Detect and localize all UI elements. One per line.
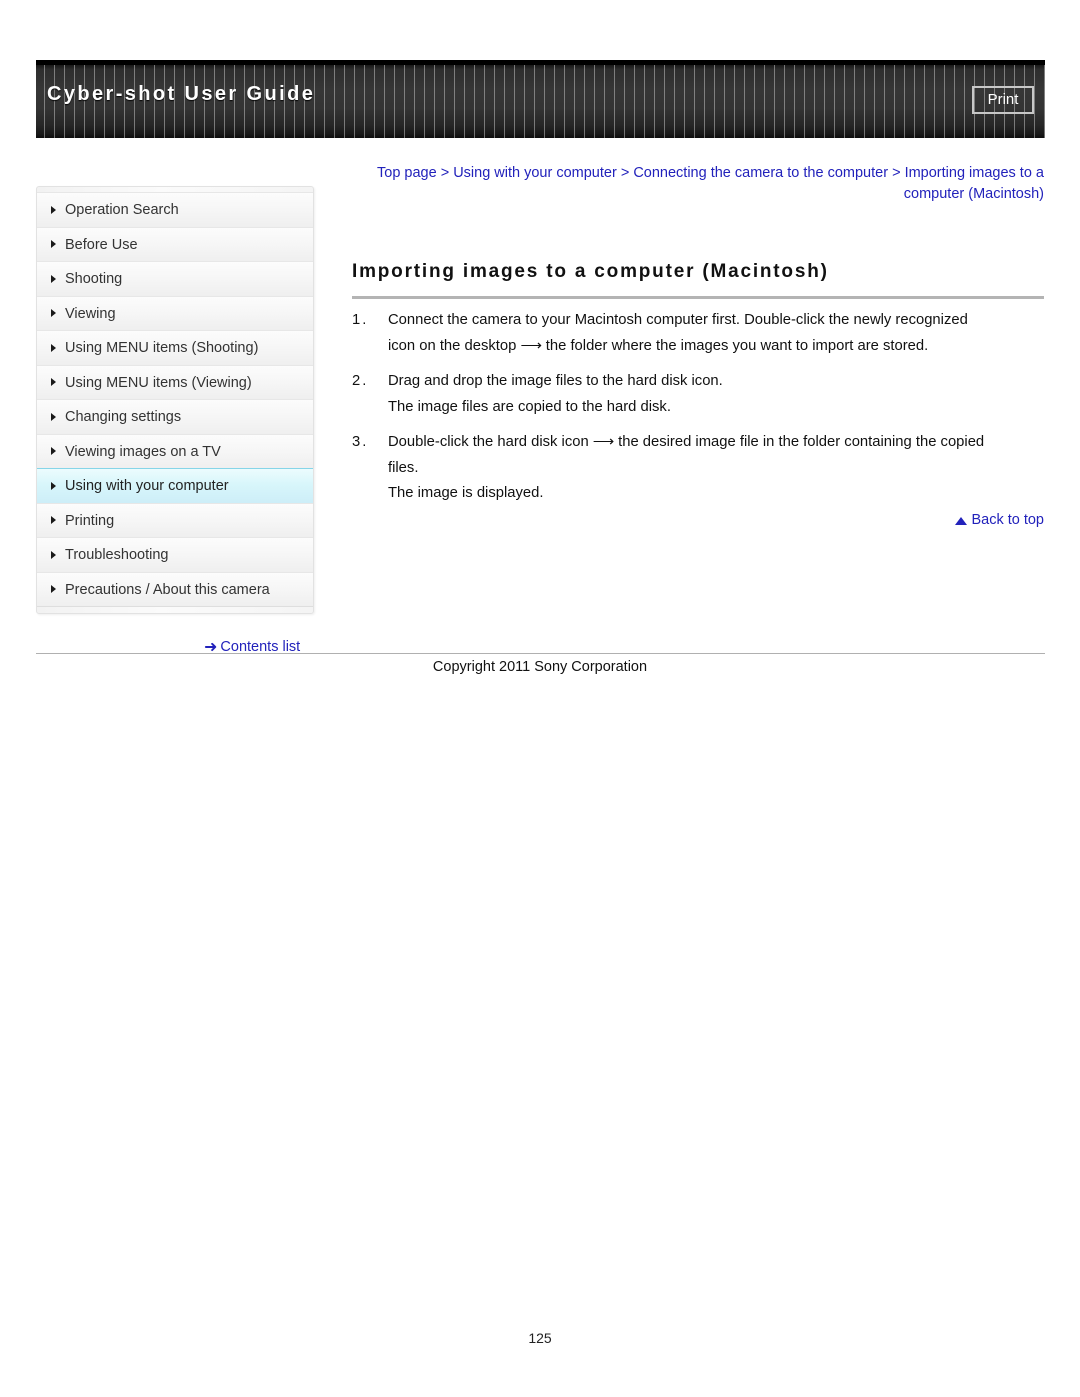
step-number: 3. [352,434,369,450]
sidebar-item-label: Using MENU items (Viewing) [65,374,252,391]
sidebar-item-printing[interactable]: Printing [37,502,313,538]
sidebar-item-using-menu-items-shooting[interactable]: Using MENU items (Shooting) [37,330,313,366]
step-line: The image files are copied to the hard d… [388,398,671,415]
sidebar-item-changing-settings[interactable]: Changing settings [37,399,313,435]
triangle-right-icon [51,274,56,283]
step-line: The image is displayed. [388,485,544,501]
sidebar-item-before-use[interactable]: Before Use [37,226,313,262]
triangle-right-icon [51,585,56,594]
breadcrumb: Top page > Using with your computer > Co… [352,163,1044,205]
sidebar-item-label: Operation Search [65,202,179,218]
instruction-step: 2. Drag and drop the image files to the h… [352,369,1052,420]
breadcrumb-item-connecting-the-camera[interactable]: Connecting the camera to the computer [633,165,888,181]
print-button[interactable]: Print [972,86,1034,114]
triangle-right-icon [51,378,56,387]
instruction-step: 1. Connect the camera to your Macintosh c… [352,308,1052,359]
step-number: 2. [352,373,369,389]
triangle-right-icon [51,205,56,214]
sidebar-item-troubleshooting[interactable]: Troubleshooting [37,537,313,573]
triangle-right-icon [51,343,56,352]
sidebar-item-viewing-images-on-a-tv[interactable]: Viewing images on a TV [37,433,313,469]
breadcrumb-item-current-page: Importing images to a computer (Macintos… [903,165,1044,202]
sidebar: Operation Search Before Use Shooting Viewin… [36,186,314,614]
breadcrumb-separator: > [892,165,901,181]
triangle-right-icon [51,412,56,421]
sidebar-item-label: Using with your computer [65,478,229,494]
sidebar-item-using-menu-items-viewing[interactable]: Using MENU items (Viewing) [37,364,313,400]
step-line: Connect the camera to your Macintosh com… [388,312,968,328]
sidebar-item-label: Changing settings [65,409,182,425]
step-line: Drag and drop the image files to the har… [388,373,723,389]
breadcrumb-separator: > [620,165,630,181]
back-to-top-label: Back to top [971,512,1044,528]
sidebar-item-using-with-your-computer[interactable]: Using with your computer [37,468,313,504]
instruction-step: 3. Double-click the hard disk icon ⟶ the … [352,430,1052,507]
triangle-right-icon [51,240,56,249]
sidebar-item-label: Precautions / About this camera [65,581,270,598]
page-title: Cyber-shot User Guide [47,83,316,105]
triangle-right-icon [51,516,56,525]
triangle-right-icon [51,309,56,318]
sidebar-item-label: Troubleshooting [65,547,169,563]
sidebar-item-precautions-about-this-camera[interactable]: Precautions / About this camera [37,571,313,607]
sidebar-item-label: Viewing images on a TV [65,443,221,460]
sidebar-item-viewing[interactable]: Viewing [37,295,313,331]
step-number: 1. [352,312,369,328]
sidebar-item-label: Using MENU items (Shooting) [65,340,259,356]
step-line: Double-click the hard disk icon ⟶ the de… [388,434,985,450]
triangle-right-icon [51,447,56,456]
step-line: icon on the desktop ⟶ the folder where t… [388,337,929,354]
content-heading: Importing images to a computer (Macintos… [352,261,1044,299]
back-to-top-link[interactable]: Back to top [955,512,1044,528]
header-banner: Cyber-shot User Guide Print [36,60,1045,138]
sidebar-item-operation-search[interactable]: Operation Search [37,192,313,228]
copyright-text: Copyright 2011 Sony Corporation [432,659,648,675]
breadcrumb-item-using-with-your-computer[interactable]: Using with your computer [453,165,617,181]
sidebar-item-label: Viewing [65,305,116,322]
sidebar-item-label: Before Use [65,236,138,253]
breadcrumb-item-top-page[interactable]: Top page [377,165,437,181]
triangle-right-icon [51,550,56,559]
breadcrumb-separator: > [440,165,450,181]
footer-divider [36,653,1045,654]
sidebar-item-label: Printing [65,512,115,529]
triangle-up-icon [955,517,968,525]
page-number: 125 [528,1330,552,1346]
step-line: files. [388,459,419,476]
triangle-right-icon [51,481,56,490]
arrow-right-icon: ➜ [204,639,218,656]
sidebar-item-label: Shooting [65,271,123,287]
instruction-steps: 1. Connect the camera to your Macintosh c… [352,308,1052,507]
sidebar-item-shooting[interactable]: Shooting [37,261,313,297]
